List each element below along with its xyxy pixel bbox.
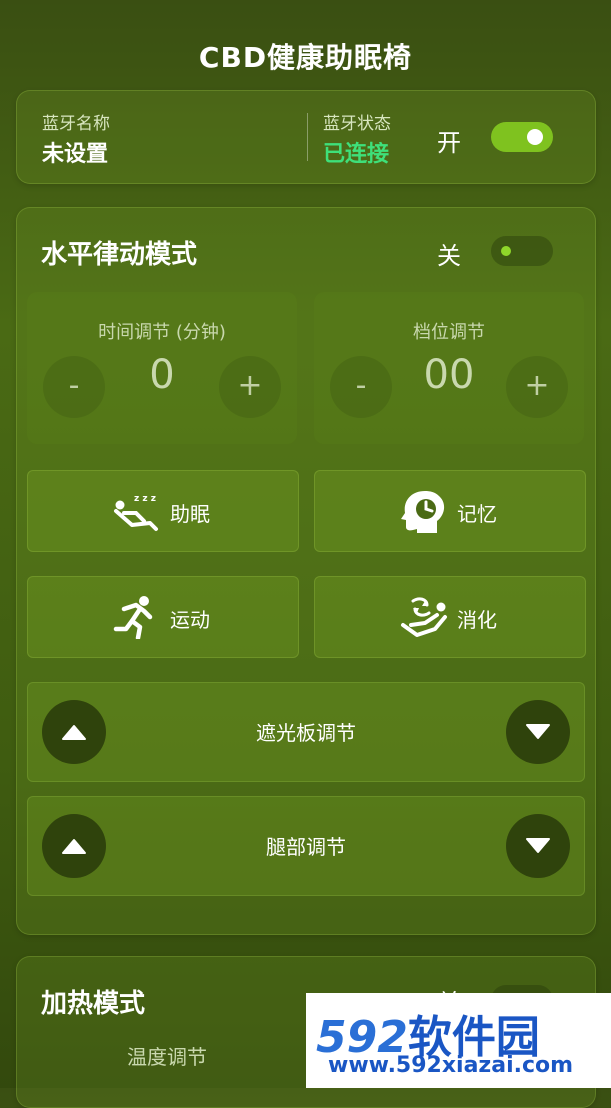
triangle-down-icon <box>526 724 550 739</box>
sleep-recline-icon: z z z <box>114 494 158 531</box>
rhythm-switch-label: 关 <box>437 242 461 270</box>
time-adjust-title: 时间调节 (分钟) <box>98 322 226 343</box>
head-clock-icon <box>401 491 445 533</box>
rhythm-mode-toggle[interactable] <box>491 236 553 266</box>
bluetooth-status-label: 蓝牙状态 <box>323 114 391 134</box>
divider <box>307 113 308 161</box>
digestion-label: 消化 <box>457 608 497 632</box>
time-adjust-panel: 时间调节 (分钟) - 0 + <box>27 292 297 444</box>
sleep-aid-label: 助眠 <box>170 502 210 526</box>
gear-plus-button[interactable]: + <box>506 356 568 418</box>
bluetooth-switch-label: 开 <box>437 129 461 157</box>
bluetooth-name-label: 蓝牙名称 <box>42 114 110 134</box>
memory-button[interactable]: 记忆 <box>314 470 586 552</box>
gear-value: 00 <box>423 352 475 398</box>
running-icon <box>113 596 153 639</box>
bluetooth-card: 蓝牙名称 未设置 蓝牙状态 已连接 开 <box>16 90 596 184</box>
memory-label: 记忆 <box>457 502 497 526</box>
leg-down-button[interactable] <box>506 814 570 878</box>
exercise-button[interactable]: 运动 <box>27 576 299 658</box>
watermark-url: www.592xiazai.com <box>328 1053 574 1078</box>
triangle-down-icon <box>526 838 550 853</box>
shade-adjust-label: 遮光板调节 <box>256 721 356 745</box>
gear-adjust-title: 档位调节 <box>413 322 485 343</box>
shade-adjust-row: 遮光板调节 <box>27 682 585 782</box>
bluetooth-name-value: 未设置 <box>42 142 109 167</box>
rhythm-mode-card: 水平律动模式 关 时间调节 (分钟) - 0 + 档位调节 - 00 + z z… <box>16 207 596 935</box>
temperature-adjust-title: 温度调节 <box>127 1045 207 1069</box>
toggle-knob <box>527 129 543 145</box>
digest-recline-icon <box>401 597 447 637</box>
gear-minus-button[interactable]: - <box>330 356 392 418</box>
heat-mode-title: 加热模式 <box>41 989 146 1019</box>
shade-down-button[interactable] <box>506 700 570 764</box>
leg-adjust-label: 腿部调节 <box>266 835 346 859</box>
time-value: 0 <box>149 352 175 398</box>
gear-adjust-panel: 档位调节 - 00 + <box>314 292 584 444</box>
time-plus-button[interactable]: + <box>219 356 281 418</box>
page-title: CBD健康助眠椅 <box>198 41 413 74</box>
sleep-aid-button[interactable]: z z z 助眠 <box>27 470 299 552</box>
rhythm-mode-title: 水平律动模式 <box>41 240 198 270</box>
exercise-label: 运动 <box>170 608 210 632</box>
bluetooth-status-value: 已连接 <box>323 142 390 167</box>
time-minus-button[interactable]: - <box>43 356 105 418</box>
svg-text:z z z: z z z <box>134 494 156 504</box>
digestion-button[interactable]: 消化 <box>314 576 586 658</box>
bluetooth-toggle[interactable] <box>491 122 553 152</box>
toggle-knob <box>501 246 511 256</box>
leg-adjust-row: 腿部调节 <box>27 796 585 896</box>
watermark: 592软件园 www.592xiazai.com <box>306 993 611 1088</box>
